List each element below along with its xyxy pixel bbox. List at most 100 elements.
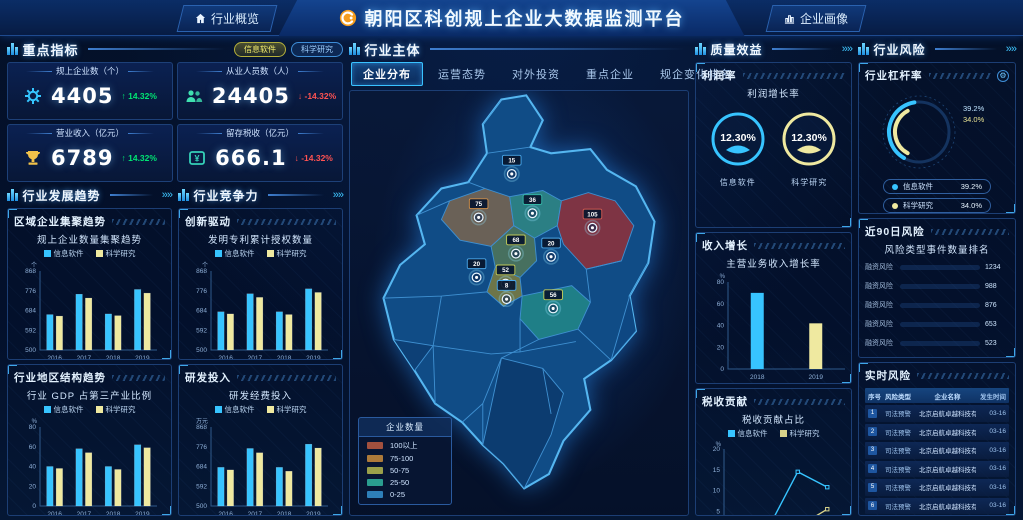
kpi-tag-0[interactable]: 信息软件: [234, 42, 286, 57]
svg-text:684: 684: [25, 308, 36, 315]
svg-text:15: 15: [508, 158, 515, 165]
chart-title: 发明专利累计授权数量: [185, 232, 336, 246]
table-row[interactable]: 2司法预警北京启航卓越科技有限公司03-16: [865, 424, 1009, 441]
dashboard-body: 重点指标 信息软件科学研究 规上企业数（个）4405↑ 14.32%从业人员数（…: [0, 36, 1023, 520]
kpi-card-2[interactable]: 营业收入（亿元）6789↑ 14.32%: [7, 124, 173, 182]
gear-icon[interactable]: ⚙: [997, 70, 1009, 82]
table-row[interactable]: 4司法预警北京启航卓越科技有限公司03-16: [865, 461, 1009, 478]
map-legend-items: 100以上75-10050-7525-500-25: [359, 437, 451, 499]
chart-income-growth: 主营业务收入增长率%02040608020182019: [702, 256, 845, 384]
card-subheader: 研发投入: [185, 370, 336, 385]
compete-card-rnd: 研发投入 研发经费投入信息软件科学研究万元5005926847768682016…: [178, 364, 343, 516]
divider: [110, 194, 153, 196]
chart-legend: 信息软件科学研究: [14, 404, 165, 415]
compete-section-header: 行业竞争力 »»: [178, 186, 343, 204]
card-subtitle: 利润率: [702, 68, 737, 83]
tab-3[interactable]: 重点企业: [575, 63, 645, 85]
section-bars-icon: [695, 43, 706, 55]
svg-text:868: 868: [196, 268, 207, 275]
chart-profit-gauges: 利润增长率12.30%信息软件12.30%科学研究: [702, 86, 845, 188]
hatch-decoration: [754, 399, 845, 405]
svg-text:2019: 2019: [135, 355, 150, 360]
kpi-label: 从业人员数（人）: [178, 65, 342, 77]
svg-text:592: 592: [196, 483, 207, 490]
svg-text:2018: 2018: [106, 355, 121, 360]
svg-text:56: 56: [550, 292, 557, 299]
kpi-tag-1[interactable]: 科学研究: [291, 42, 343, 57]
chart-gdp-share: 行业 GDP 占第三产业比例信息软件科学研究%02040608020162017…: [14, 388, 165, 516]
kpi-card-3[interactable]: 留存税收（亿元）¥666.1↓ -14.32%: [177, 124, 343, 182]
table-row[interactable]: 1司法预警北京启航卓越科技有限公司03-16: [865, 405, 1009, 422]
svg-text:12.30%: 12.30%: [791, 132, 827, 144]
top-header: 行业概览 朝阳区科创规上企业大数据监测平台 企业画像: [0, 0, 1023, 36]
gauge-科学研究: 12.30%科学研究: [780, 110, 838, 188]
chart-risk-ranking: 风险类型事件数量排名融资风险1234融资风险988融资风险876融资风险653融…: [865, 242, 1009, 348]
tab-2[interactable]: 对外投资: [501, 63, 571, 85]
svg-text:68: 68: [512, 237, 519, 244]
svg-text:2017: 2017: [77, 511, 92, 516]
chart-enterprise-agglomeration: 规上企业数量集聚趋势信息软件科学研究个500592684776868201620…: [14, 232, 165, 360]
risk-more-button[interactable]: »»: [1006, 43, 1016, 55]
card-subheader: 行业地区结构趋势: [14, 370, 165, 385]
svg-text:684: 684: [196, 464, 207, 471]
chart-legend: 信息软件科学研究: [185, 248, 336, 259]
tax-card: 税收贡献 税收贡献占比信息软件科学研究%05101520201620172018…: [695, 388, 852, 516]
kpi-label: 留存税收（亿元）: [178, 127, 342, 139]
table-row[interactable]: 6司法预警北京启航卓越科技有限公司03-16: [865, 498, 1009, 515]
divider: [268, 194, 324, 196]
table-row[interactable]: 5司法预警北京启航卓越科技有限公司03-16: [865, 479, 1009, 496]
compete-more-button[interactable]: »»: [333, 189, 343, 201]
page-title: 朝阳区科创规上企业大数据监测平台: [365, 5, 685, 31]
gear-icon: [23, 86, 43, 106]
divider: [430, 48, 685, 50]
income-card: 收入增长 主营业务收入增长率%02040608020182019: [695, 232, 852, 384]
svg-text:20: 20: [717, 344, 725, 351]
svg-text:2018: 2018: [106, 511, 121, 516]
profit-card: 利润率 利润增长率12.30%信息软件12.30%科学研究: [695, 62, 852, 228]
kpi-card-0[interactable]: 规上企业数（个）4405↑ 14.32%: [7, 62, 173, 120]
map-legend-item: 50-75: [359, 463, 451, 475]
platform-logo-icon: [339, 9, 357, 27]
tab-0[interactable]: 企业分布: [351, 62, 423, 86]
hatch-decoration: [754, 243, 845, 249]
quality-more-button[interactable]: »»: [842, 43, 852, 55]
table-row[interactable]: 3司法预警北京启航卓越科技有限公司03-16: [865, 442, 1009, 459]
kpi-value: 24405: [212, 84, 290, 108]
card-subheader: 实时风险: [865, 368, 1009, 383]
svg-text:2019: 2019: [809, 374, 824, 381]
nav-enterprise-portrait[interactable]: 企业画像: [766, 5, 867, 32]
card-subheader: 近90日风险: [865, 224, 1009, 239]
gauge-信息软件: 12.30%信息软件: [709, 110, 767, 188]
svg-text:40: 40: [29, 464, 37, 471]
svg-text:776: 776: [196, 444, 207, 451]
risk-bar-row: 融资风险988: [865, 281, 1009, 291]
kpi-card-1[interactable]: 从业人员数（人）24405↓ -14.32%: [177, 62, 343, 120]
card-subtitle: 收入增长: [702, 238, 748, 253]
donut-legend-item: 科学研究34.0%: [883, 198, 991, 213]
trend-more-button[interactable]: »»: [162, 189, 172, 201]
card-subtitle: 税收贡献: [702, 394, 748, 409]
chart-title: 研发经费投入: [185, 388, 336, 402]
main-section-header: 行业主体: [349, 40, 689, 58]
hatch-decoration: [917, 373, 1009, 379]
svg-text:15: 15: [713, 467, 721, 474]
hatch-decoration: [929, 73, 992, 79]
card-subheader: 利润率: [702, 68, 845, 83]
card-subtitle: 研发投入: [185, 370, 231, 385]
risk-column: 行业风险 »» 行业杠杆率 ⚙ 39.2%34.0%信息软件39.2%科学研究3…: [858, 40, 1016, 516]
card-subheader: 行业杠杆率 ⚙: [865, 68, 1009, 83]
risk-bar-row: 融资风险523: [865, 338, 1009, 348]
map-legend-item: 25-50: [359, 475, 451, 487]
quality-section-header: 质量效益 »»: [695, 40, 852, 58]
svg-text:2018: 2018: [750, 374, 765, 381]
trend-card-agglomeration: 区域企业集聚趋势 规上企业数量集聚趋势信息软件科学研究个500592684776…: [7, 208, 172, 360]
tab-1[interactable]: 运营态势: [427, 63, 497, 85]
nav-industry-overview[interactable]: 行业概览: [177, 5, 278, 32]
trend-section-header: 行业发展趋势 »»: [7, 186, 172, 204]
svg-text:0: 0: [720, 366, 724, 373]
svg-text:2019: 2019: [306, 511, 321, 516]
svg-text:776: 776: [196, 288, 207, 295]
hatch-decoration: [237, 375, 336, 381]
svg-text:2018: 2018: [277, 511, 292, 516]
bar-chart-icon: [784, 13, 795, 24]
